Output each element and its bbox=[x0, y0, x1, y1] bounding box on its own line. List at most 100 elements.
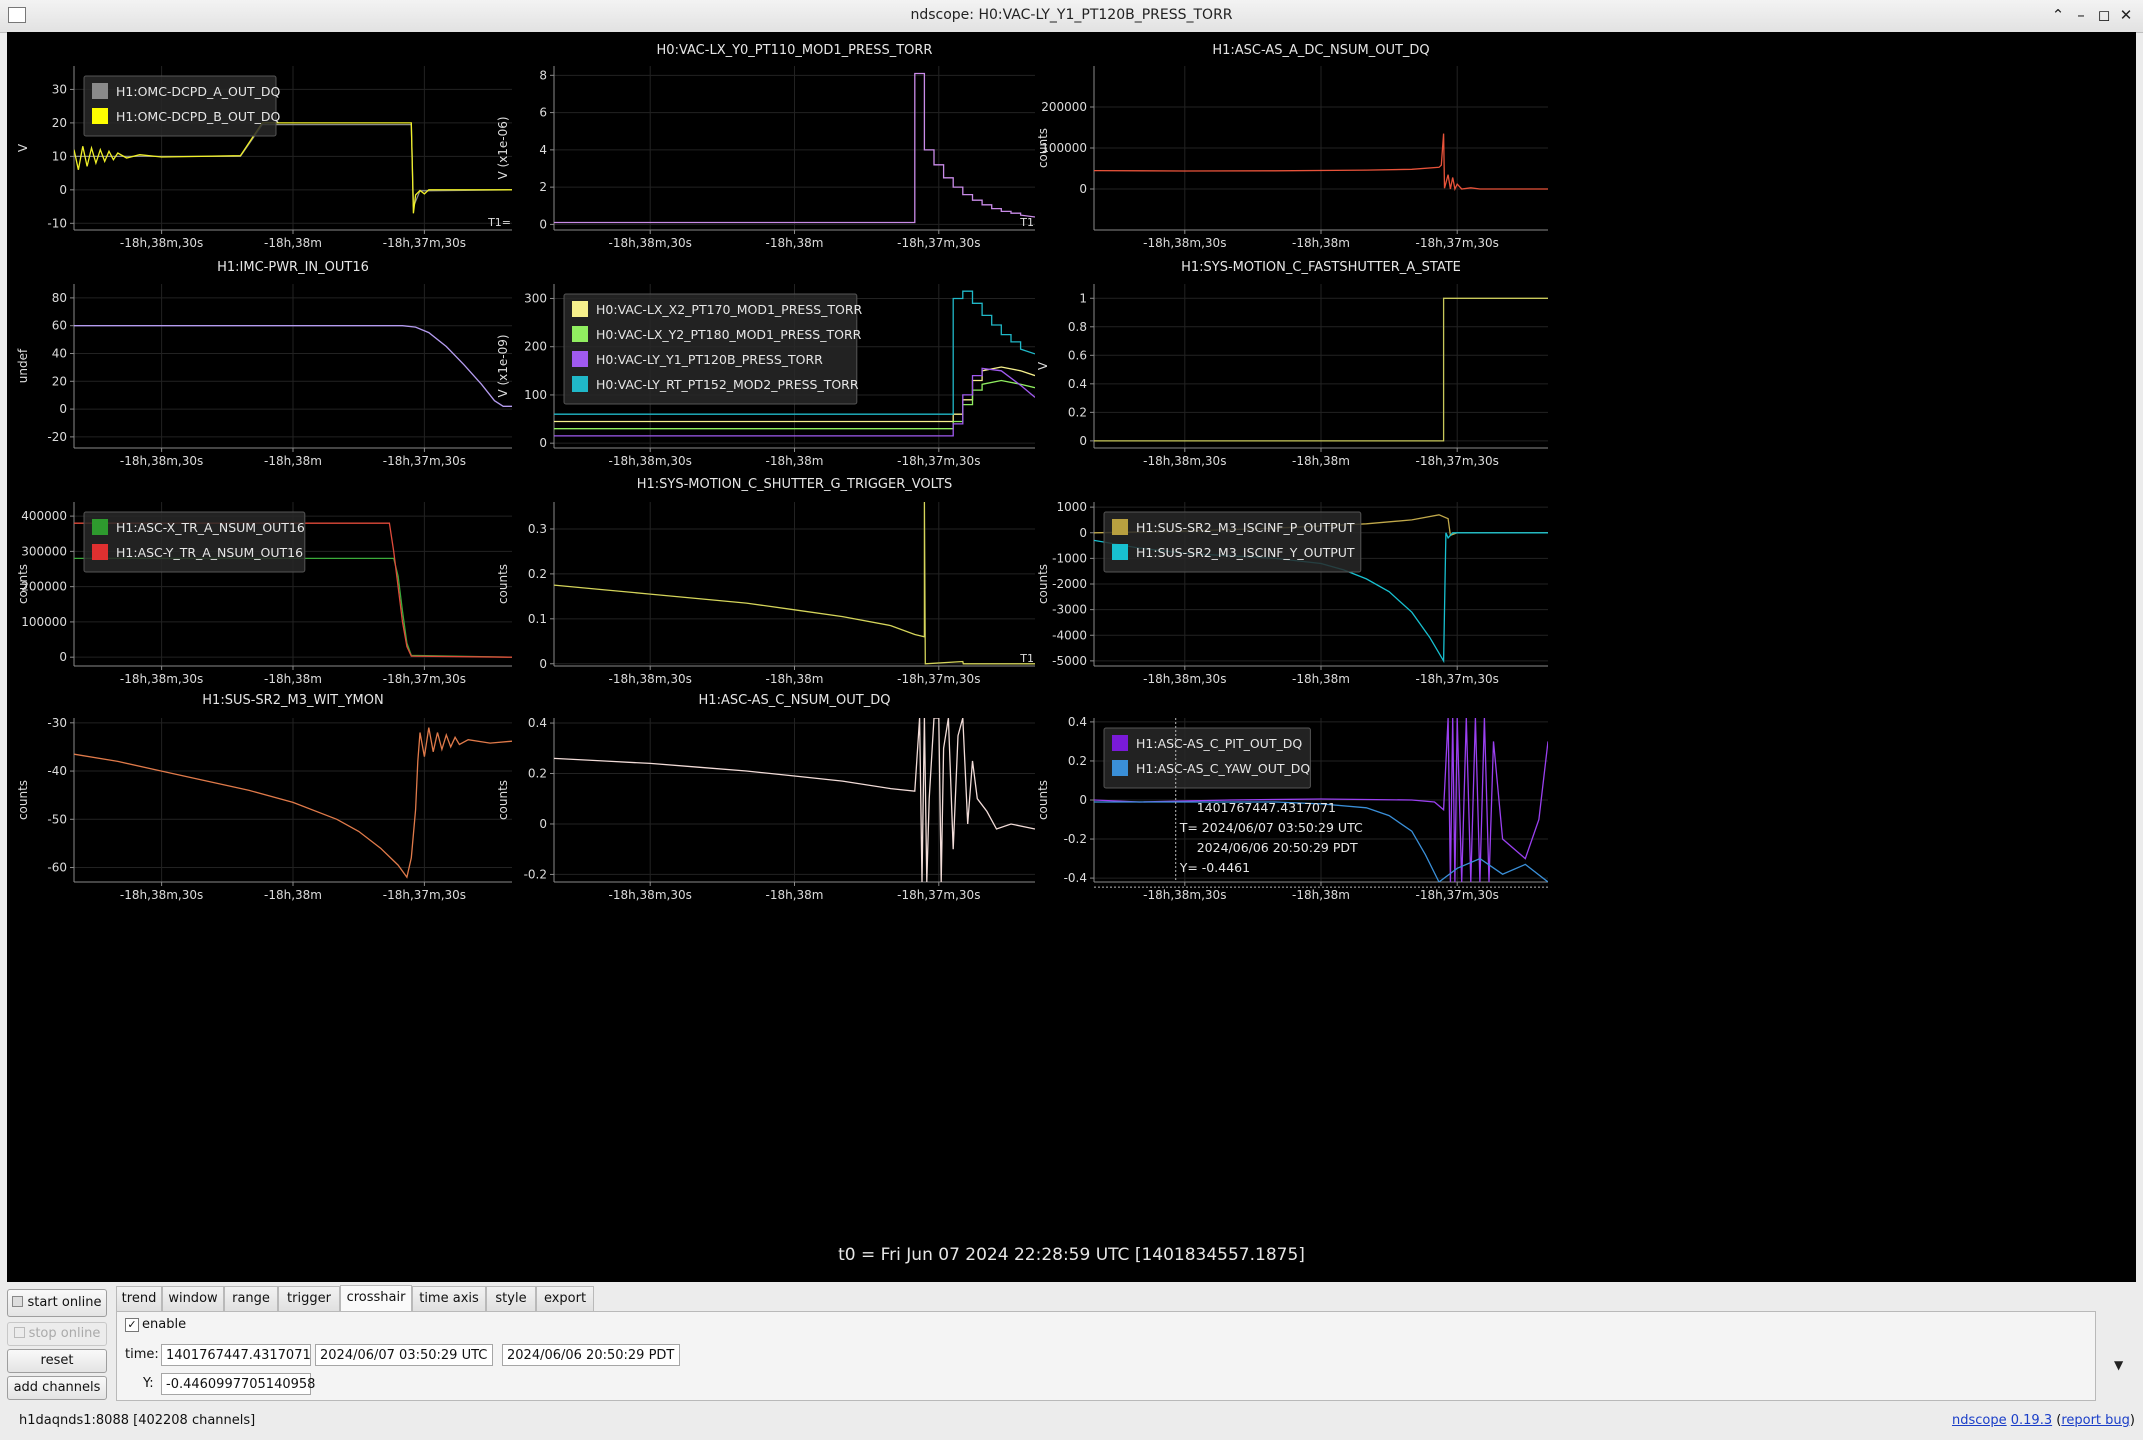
start-online-label: start online bbox=[27, 1295, 102, 1310]
y-axis-label: counts bbox=[16, 564, 30, 604]
legend-swatch bbox=[92, 544, 108, 560]
x-tick-label: -18h,38m,30s bbox=[1143, 454, 1226, 468]
x-tick-label: -18h,38m bbox=[766, 236, 824, 250]
plot-legend[interactable]: H1:ASC-AS_C_PIT_OUT_DQ H1:ASC-AS_C_YAW_OU… bbox=[1103, 727, 1311, 789]
close-icon[interactable]: ✕ bbox=[2116, 5, 2136, 25]
stop-online-icon bbox=[13, 1327, 25, 1338]
time-local-field[interactable]: 2024/06/06 20:50:29 PDT bbox=[502, 1344, 680, 1366]
plot-panel[interactable]: H1:IMC-PWR_IN_OUT16 80 60 40 20 0 -20 -18h,38m,… bbox=[12, 259, 516, 478]
x-tick-label: -18h,38m bbox=[1292, 888, 1350, 902]
tab-time-axis[interactable]: time axis bbox=[412, 1286, 486, 1311]
plot-panel[interactable]: H1:ASC-AS_C_NSUM_OUT_DQ 0.4 0.2 0 -0.2 -18h,3… bbox=[492, 692, 1039, 912]
tab-export[interactable]: export bbox=[536, 1286, 594, 1311]
y-axis-label: counts bbox=[1036, 780, 1050, 820]
y-axis-label: V (x1e-06) bbox=[496, 116, 510, 179]
plot-title: H1:SYS-MOTION_C_SHUTTER_G_TRIGGER_VOLTS bbox=[637, 477, 953, 492]
x-tick-label: -18h,37m,30s bbox=[897, 672, 980, 686]
legend-entry: H0:VAC-LX_X2_PT170_MOD1_PRESS_TORR bbox=[596, 302, 863, 317]
restore-up-icon[interactable]: ⌃ bbox=[2048, 5, 2068, 25]
y-axis-label: counts bbox=[496, 564, 510, 604]
y-tick-label: 20 bbox=[52, 116, 67, 130]
start-online-button[interactable]: start online bbox=[7, 1289, 107, 1317]
plot-panel[interactable]: 1000 0 -1000 -2000 -3000 -4000 -5000 -18h,38m,3… bbox=[1032, 476, 1552, 694]
stop-online-button[interactable]: stop online bbox=[7, 1322, 107, 1346]
y-axis-label: undef bbox=[16, 348, 30, 383]
tab-range[interactable]: range bbox=[224, 1286, 278, 1311]
plot-legend[interactable]: H1:OMC-DCPD_A_OUT_DQ H1:OMC-DCPD_B_OUT_DQ bbox=[83, 75, 281, 137]
legend-swatch bbox=[1112, 544, 1128, 560]
y-axis-label: counts bbox=[16, 780, 30, 820]
plot-panel[interactable]: H0:VAC-LX_Y0_PT110_MOD1_PRESS_TORR 8 6 4 2 0 -… bbox=[492, 42, 1039, 260]
x-tick-label: -18h,37m,30s bbox=[1416, 454, 1499, 468]
start-online-icon bbox=[12, 1296, 24, 1307]
plot-canvas-area[interactable]: t0 = Fri Jun 07 2024 22:28:59 UTC [14018… bbox=[7, 32, 2136, 1282]
plot-legend[interactable]: H1:ASC-X_TR_A_NSUM_OUT16 H1:ASC-Y_TR_A_NS… bbox=[83, 511, 306, 573]
tab-trend[interactable]: trend bbox=[116, 1286, 162, 1311]
x-tick-label: -18h,38m,30s bbox=[120, 888, 203, 902]
legend-swatch bbox=[572, 351, 588, 367]
version-link[interactable]: 0.19.3 bbox=[2011, 1413, 2052, 1428]
y-tick-label: 0 bbox=[1079, 182, 1087, 196]
crosshair-readout: Y= -0.4461 bbox=[1179, 860, 1250, 875]
y-tick-label: 0.2 bbox=[1068, 754, 1087, 768]
plot-title: H1:SYS-MOTION_C_FASTSHUTTER_A_STATE bbox=[1181, 260, 1461, 275]
time-gps-field[interactable]: 1401767447.4317071 bbox=[161, 1344, 311, 1366]
y-tick-label: -0.2 bbox=[524, 867, 547, 881]
add-channels-button[interactable]: add channels bbox=[7, 1376, 107, 1400]
legend-entry: H0:VAC-LY_Y1_PT120B_PRESS_TORR bbox=[596, 352, 823, 367]
channel-count: [402208 channels] bbox=[133, 1413, 256, 1428]
x-tick-label: -18h,37m,30s bbox=[1416, 888, 1499, 902]
x-tick-label: -18h,38m,30s bbox=[609, 454, 692, 468]
reset-button[interactable]: reset bbox=[7, 1349, 107, 1373]
tab-window[interactable]: window bbox=[162, 1286, 224, 1311]
tab-style[interactable]: style bbox=[486, 1286, 536, 1311]
legend-entry: H1:ASC-Y_TR_A_NSUM_OUT16 bbox=[116, 545, 303, 560]
plot-legend[interactable]: H1:SUS-SR2_M3_ISCINF_P_OUTPUT H1:SUS-SR2_… bbox=[1103, 511, 1362, 573]
plot-panel[interactable]: 30 20 10 0 -10 -18h,38m,30s -18h,38m -18h,37m,3… bbox=[12, 42, 516, 260]
y-tick-label: 6 bbox=[539, 106, 547, 120]
tab-trigger[interactable]: trigger bbox=[278, 1286, 340, 1311]
y-tick-label: 300 bbox=[524, 291, 547, 305]
y-axis-label: counts bbox=[496, 780, 510, 820]
legend-entry: H0:VAC-LX_Y2_PT180_MOD1_PRESS_TORR bbox=[596, 327, 862, 342]
plot-panel[interactable]: H1:SUS-SR2_M3_WIT_YMON -30 -40 -50 -60 -18h,3… bbox=[12, 692, 516, 912]
legend-entry: H1:SUS-SR2_M3_ISCINF_Y_OUTPUT bbox=[1136, 545, 1355, 560]
y-tick-label: -0.2 bbox=[1064, 832, 1087, 846]
plot-panel[interactable]: 300 200 100 0 -18h,38m,30s -18h,38m -18h,37m,3… bbox=[492, 259, 1039, 478]
x-tick-label: -18h,37m,30s bbox=[897, 888, 980, 902]
y-tick-label: 100 bbox=[524, 388, 547, 402]
y-tick-label: -40 bbox=[47, 764, 67, 778]
plot-panel[interactable]: 0.4 0.2 0 -0.2 -0.4 -18h,38m,30s -18h,38m -18h,… bbox=[1032, 692, 1552, 912]
report-bug-link[interactable]: report bug bbox=[2061, 1413, 2130, 1428]
x-tick-label: -18h,37m,30s bbox=[1416, 672, 1499, 686]
plot-panel[interactable]: H1:ASC-AS_A_DC_NSUM_OUT_DQ2000001000000-… bbox=[1032, 42, 1552, 260]
plot-panel[interactable]: H1:SYS-MOTION_C_SHUTTER_G_TRIGGER_VOLTS 0… bbox=[492, 476, 1039, 694]
plot-panel[interactable]: H1:SYS-MOTION_C_FASTSHUTTER_A_STATE 1 0.8 0… bbox=[1032, 259, 1552, 478]
time-utc-field[interactable]: 2024/06/07 03:50:29 UTC bbox=[315, 1344, 493, 1366]
y-tick-label: 0.4 bbox=[1068, 715, 1087, 729]
minimize-icon[interactable]: – bbox=[2071, 5, 2091, 25]
y-value-field[interactable]: -0.4460997705140958 bbox=[161, 1373, 315, 1395]
expand-panel-icon[interactable]: ▼ bbox=[2114, 1358, 2123, 1372]
x-tick-label: -18h,37m,30s bbox=[383, 888, 466, 902]
enable-checkbox[interactable]: ✓ bbox=[125, 1318, 139, 1332]
window-titlebar: ndscope: H0:VAC-LY_Y1_PT120B_PRESS_TORR … bbox=[0, 0, 2143, 33]
legend-entry: H1:OMC-DCPD_B_OUT_DQ bbox=[116, 109, 281, 124]
y-tick-label: 0 bbox=[539, 657, 547, 671]
maximize-icon[interactable]: ◻ bbox=[2094, 5, 2114, 25]
y-tick-label: -2000 bbox=[1052, 577, 1087, 591]
x-tick-label: -18h,38m bbox=[1292, 236, 1350, 250]
plot-panel[interactable]: 4000003000002000001000000-18h,38m,30s -18… bbox=[12, 476, 516, 694]
legend-swatch bbox=[92, 83, 108, 99]
y-tick-label: -1000 bbox=[1052, 551, 1087, 565]
server-text: h1daqnds1:8088 bbox=[19, 1413, 129, 1428]
crosshair-readout: 1401767447.4317071 bbox=[1197, 800, 1336, 815]
ndscope-link[interactable]: ndscope bbox=[1952, 1413, 2007, 1428]
x-tick-label: -18h,38m bbox=[264, 454, 322, 468]
tab-crosshair[interactable]: crosshair bbox=[340, 1285, 412, 1312]
plot-legend[interactable]: H0:VAC-LX_X2_PT170_MOD1_PRESS_TORR H0:VAC… bbox=[563, 293, 863, 405]
legend-swatch bbox=[92, 519, 108, 535]
legend-entry: H1:ASC-X_TR_A_NSUM_OUT16 bbox=[116, 520, 305, 535]
y-tick-label: 10 bbox=[52, 149, 67, 163]
x-tick-label: -18h,38m bbox=[766, 672, 824, 686]
